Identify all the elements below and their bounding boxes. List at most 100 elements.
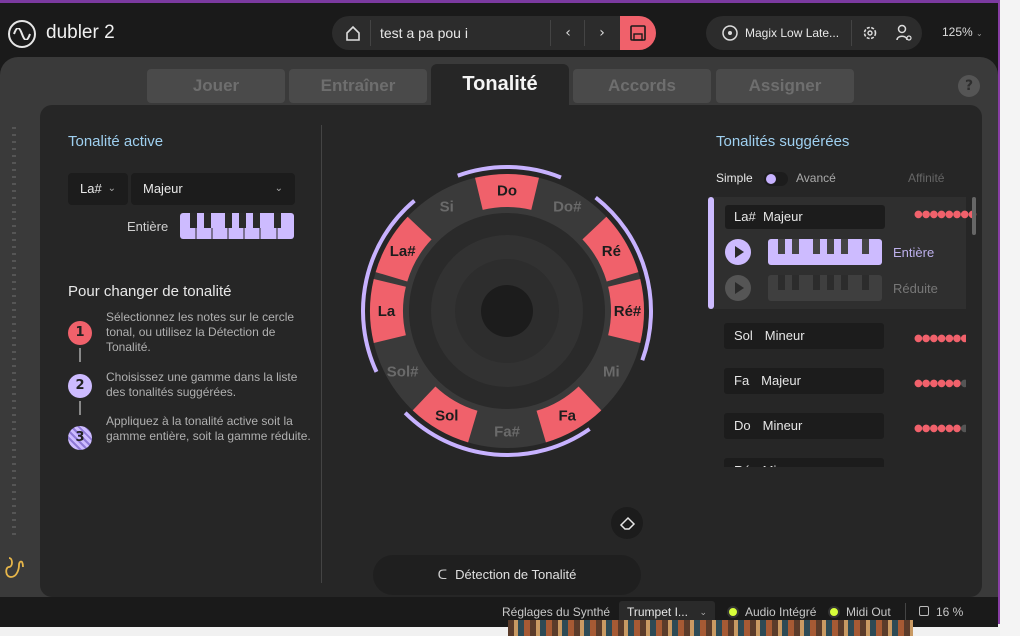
audio-device-bar: Magix Low Late... xyxy=(706,16,922,50)
suggested-key-row[interactable]: Sol Mineur ●●●●●●●● xyxy=(716,315,966,361)
chevron-down-icon: ⌄ xyxy=(107,183,116,194)
suggested-key: Ré xyxy=(734,463,751,467)
wheel-note-label: Sol# xyxy=(387,363,419,380)
clear-wheel-button[interactable] xyxy=(611,507,643,539)
suggested-key-pill: Fa Majeur xyxy=(724,368,884,394)
key-root-select[interactable]: La# ⌄ xyxy=(68,173,128,205)
tab-jouer[interactable]: Jouer xyxy=(147,69,285,103)
step-connector xyxy=(79,401,81,415)
step-connector xyxy=(79,348,81,362)
suggested-scale: Majeur xyxy=(761,373,801,388)
suggested-key: Do xyxy=(734,418,751,433)
header-bar: dubler 2 test a pa pou i ‹ › Magix Low L… xyxy=(0,6,998,56)
divider xyxy=(370,20,371,46)
wheel-center-disc xyxy=(481,285,533,337)
key-root-value: La# xyxy=(80,181,102,196)
next-project-icon[interactable]: › xyxy=(592,23,612,43)
wheel-note-label: Ré# xyxy=(614,303,642,320)
home-icon[interactable] xyxy=(344,24,362,42)
step-text: Appliquez à la tonalité active soit la g… xyxy=(106,414,311,443)
previous-project-icon[interactable]: ‹ xyxy=(558,23,578,43)
dubler-logo-icon xyxy=(8,20,36,48)
midi-led-icon xyxy=(828,606,840,618)
key-detection-icon: ᑕ xyxy=(437,567,448,582)
wheel-note-segment[interactable]: Fa# xyxy=(494,424,521,441)
mode-toggle[interactable] xyxy=(764,172,788,186)
tab-tonalite[interactable]: Tonalité xyxy=(431,64,569,106)
how-to-title: Pour changer de tonalité xyxy=(68,283,232,300)
audio-device-icon[interactable] xyxy=(722,25,738,45)
zoom-selector[interactable]: 125% ⌄ xyxy=(942,25,983,39)
wheel-note-label: La xyxy=(378,303,396,320)
wheel-note-segment[interactable]: Do xyxy=(475,174,539,210)
full-scale-label: Entière xyxy=(893,245,935,260)
divider xyxy=(550,20,551,46)
save-button[interactable] xyxy=(620,16,656,50)
scale-mode-label: Entière xyxy=(127,219,169,234)
suggestions-scrollbar[interactable] xyxy=(972,197,976,235)
project-bar: test a pa pou i ‹ › xyxy=(332,16,656,50)
cpu-icon xyxy=(919,606,929,616)
wheel-note-segment[interactable]: La xyxy=(370,279,406,343)
synth-value: Trumpet I... xyxy=(627,605,688,619)
audio-integrated-label[interactable]: Audio Intégré xyxy=(745,605,816,619)
suggested-key-selected[interactable]: La# Majeur ●●●●●●●● Entière Réduite xyxy=(708,197,977,309)
tab-assigner[interactable]: Assigner xyxy=(716,69,854,103)
key-wheel[interactable]: Do Do# Ré Ré# Mi Fa Fa# Sol Sol# La La# Si xyxy=(358,162,656,460)
side-scroll-track[interactable] xyxy=(12,127,16,537)
performer-icon[interactable] xyxy=(3,555,27,585)
user-settings-icon[interactable] xyxy=(896,24,912,46)
cpu-usage: 16 % xyxy=(936,605,964,619)
key-detection-button[interactable]: ᑕ Détection de Tonalité xyxy=(373,555,641,595)
midi-out-label[interactable]: Midi Out xyxy=(846,605,891,619)
suggested-scale: Mineur xyxy=(763,463,803,467)
affinity-dots: ●●●●●●●● xyxy=(914,209,977,220)
wheel-note-label: Fa# xyxy=(494,424,521,441)
wheel-note-label: Si xyxy=(440,199,454,216)
scale-select[interactable]: Majeur ⌄ xyxy=(131,173,295,205)
suggested-key-row[interactable]: Do Mineur ●●●●●●●● xyxy=(716,405,966,451)
tab-accords[interactable]: Accords xyxy=(573,69,711,103)
suggested-key-pill: Ré Mineur xyxy=(724,458,884,467)
affinity-dots: ●●●●●●●● xyxy=(914,378,966,389)
audio-device-label[interactable]: Magix Low Late... xyxy=(745,26,839,40)
wheel-note-segment[interactable]: Mi xyxy=(603,363,620,380)
project-name[interactable]: test a pa pou i xyxy=(380,25,468,41)
suggested-key-row[interactable]: RéMineur●●●●●●●● xyxy=(716,450,966,467)
suggested-key-row[interactable]: Fa Majeur ●●●●●●●● xyxy=(716,360,966,406)
play-full-scale-icon[interactable] xyxy=(725,239,751,265)
step-text: Sélectionnez les notes sur le cercle ton… xyxy=(106,310,295,354)
step-number: 2 xyxy=(68,374,92,398)
suggested-key: Fa xyxy=(734,373,750,388)
suggested-key-pill: Do Mineur xyxy=(724,413,884,439)
suggested-scale: Majeur xyxy=(762,209,803,224)
settings-gear-icon[interactable] xyxy=(862,25,878,45)
wheel-note-label: Do xyxy=(497,183,517,200)
reduced-scale-piano xyxy=(768,275,882,301)
key-detection-label: Détection de Tonalité xyxy=(455,567,577,582)
wheel-note-segment[interactable]: Si xyxy=(440,199,454,216)
chevron-down-icon: ⌄ xyxy=(976,29,983,38)
desktop-wallpaper-image xyxy=(508,620,913,636)
full-scale-piano xyxy=(768,239,882,265)
help-button[interactable]: ? xyxy=(958,75,980,97)
synth-settings-label: Réglages du Synthé xyxy=(502,605,611,619)
zoom-value: 125% xyxy=(942,25,973,39)
selection-bar xyxy=(708,197,714,309)
suggested-key: Sol xyxy=(734,328,753,343)
affinity-header: Affinité xyxy=(908,171,945,185)
wheel-note-label: La# xyxy=(390,243,417,260)
wheel-note-label: Fa xyxy=(558,407,576,424)
scale-value: Majeur xyxy=(143,181,183,196)
tab-entrainer[interactable]: Entraîner xyxy=(289,69,427,103)
play-reduced-scale-icon[interactable] xyxy=(725,275,751,301)
chevron-down-icon: ⌄ xyxy=(274,183,283,194)
wheel-note-label: Sol xyxy=(435,407,458,424)
wheel-note-segment[interactable]: Sol# xyxy=(387,363,419,380)
suggested-scale: Mineur xyxy=(764,328,805,343)
suggested-keys-list: Sol Mineur ●●●●●●●● Fa Majeur ●●●●●●●● Do Mineu… xyxy=(716,315,966,467)
wheel-note-segment[interactable]: Ré# xyxy=(608,279,644,343)
simple-mode-label: Simple xyxy=(716,171,753,185)
wheel-note-segment[interactable]: Do# xyxy=(553,199,582,216)
active-scale-piano xyxy=(180,213,294,239)
